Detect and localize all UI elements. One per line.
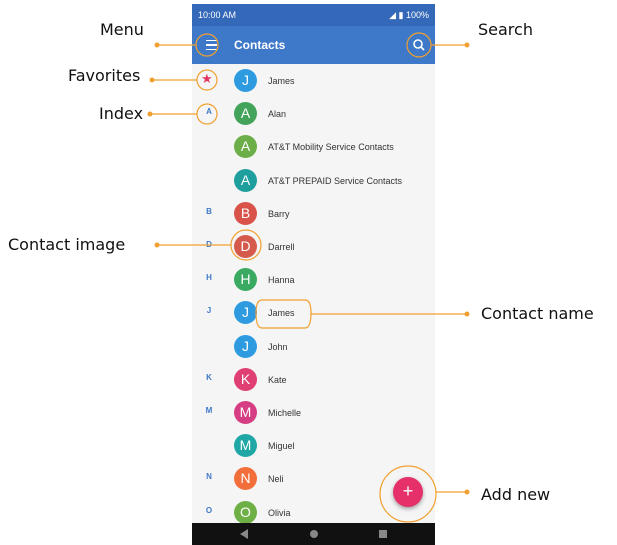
annotation-contact-name: Contact name bbox=[481, 304, 594, 323]
annotation-menu: Menu bbox=[100, 20, 144, 39]
annotation-add-new: Add new bbox=[481, 485, 551, 504]
annotation-index: Index bbox=[99, 104, 144, 123]
annotation-search: Search bbox=[478, 20, 533, 39]
annotation-contact-image: Contact image bbox=[8, 235, 126, 254]
annotation-favorites: Favorites bbox=[68, 66, 141, 85]
